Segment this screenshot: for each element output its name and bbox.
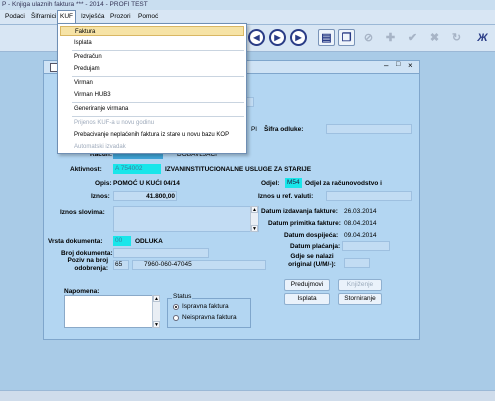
- menuitem-faktura[interactable]: Faktura: [60, 26, 244, 36]
- check-icon[interactable]: ✔: [404, 29, 421, 46]
- aktivnost-label: Aktivnost:: [70, 166, 102, 173]
- nav-prev-icon[interactable]: ◀: [248, 29, 265, 46]
- menu-separator: [72, 50, 244, 51]
- iznos-slovima-label: Iznos slovima:: [60, 209, 105, 216]
- cancel-icon[interactable]: ⊘: [360, 29, 377, 46]
- datum-primitka-value: 08.04.2014: [344, 220, 377, 227]
- vrsta-value: ODLUKA: [135, 238, 163, 245]
- menu-kuf[interactable]: KUF: [57, 10, 76, 24]
- datum-izdavanja-value: 26.03.2014: [344, 208, 377, 215]
- storniranje-button[interactable]: Storniranje: [338, 293, 382, 305]
- iznos-slovima-field[interactable]: [113, 206, 259, 232]
- iznos-value: 41.800,00: [146, 193, 175, 200]
- menu-prozori[interactable]: Prozori: [108, 10, 133, 24]
- datum-izdavanja-label: Datum izdavanja fakture:: [261, 208, 338, 215]
- datum-placanja-label: Datum plaćanja:: [290, 243, 341, 250]
- vrsta-code[interactable]: 00: [113, 236, 131, 246]
- datum-dospijeca-value: 09.04.2014: [344, 232, 377, 239]
- nav-play-icon[interactable]: ▶: [269, 29, 286, 46]
- menuitem-prijenos-kuf: Prijenos KUF-a u novu godinu: [74, 120, 155, 126]
- kuf-dropdown-menu: Faktura Isplata Predračun Predujam Virma…: [57, 23, 247, 154]
- menuitem-automatski-izvadak: Automatski izvadak: [74, 144, 126, 150]
- predujmovi-button[interactable]: Predujmovi: [284, 279, 330, 291]
- partner-suffix: Pl: [251, 126, 257, 133]
- document-icon[interactable]: ▤: [318, 29, 335, 46]
- iznos-ref-label: Iznos u ref. valuti:: [258, 193, 314, 200]
- add-icon[interactable]: ✚: [382, 29, 399, 46]
- isplata-button[interactable]: Isplata: [284, 293, 330, 305]
- menuitem-prebacivanje[interactable]: Prebacivanje neplaćenih faktura iz stare…: [60, 130, 244, 140]
- menu-izvjesca[interactable]: Izvješća: [79, 10, 106, 24]
- poziv-value: 7960-060-47045: [144, 261, 192, 268]
- menu-sifrarnici[interactable]: Šifrarnici: [29, 10, 58, 24]
- datum-dospijeca-label: Datum dospijeća:: [284, 232, 339, 239]
- menu-separator: [72, 76, 244, 77]
- menu-pomoc[interactable]: Pomoć: [136, 10, 160, 24]
- minimize-icon[interactable]: –: [384, 61, 388, 70]
- status-bar: [0, 390, 495, 401]
- opis-value: POMOĆ U KUĆI 04/14: [113, 180, 180, 187]
- aktivnost-value: IZVANINSTITUCIONALNE USLUGE ZA STARIJE: [165, 166, 312, 173]
- close-icon[interactable]: ×: [408, 61, 413, 70]
- gdje-field[interactable]: [344, 258, 370, 268]
- maximize-icon[interactable]: □: [396, 61, 400, 68]
- odjel-value: Odjel za računovodstvo i: [305, 180, 382, 187]
- menu-podaci[interactable]: Podaci: [3, 10, 27, 24]
- copy-document-icon[interactable]: ❐: [338, 29, 355, 46]
- status-ispravna-radio[interactable]: [173, 304, 179, 310]
- aktivnost-code[interactable]: A 754002: [113, 164, 161, 174]
- menuitem-predracun[interactable]: Predračun: [60, 52, 244, 62]
- vrsta-label: Vrsta dokumenta:: [48, 238, 103, 245]
- opis-label: Opis:: [95, 180, 112, 187]
- broj-field[interactable]: [113, 248, 209, 258]
- menuitem-predujam[interactable]: Predujam: [60, 64, 244, 74]
- poziv-model: 65: [115, 261, 123, 268]
- menuitem-generiranje-virmana[interactable]: Generiranje virmana: [60, 104, 244, 114]
- knjizenje-button[interactable]: Knjiženje: [338, 279, 382, 291]
- iznos-slovima-scrollbar[interactable]: ▲ ▼: [250, 206, 258, 232]
- refresh-icon[interactable]: ↻: [448, 29, 465, 46]
- nav-next-icon[interactable]: ▶: [290, 29, 307, 46]
- menuitem-isplata[interactable]: Isplata: [60, 38, 244, 48]
- gdje-label: Gdje se nalazi original (U/M/-):: [288, 253, 336, 268]
- app-logo-icon: Ж: [477, 31, 488, 44]
- status-label: Status: [172, 292, 193, 301]
- datum-primitka-label: Datum primitka fakture:: [268, 220, 341, 227]
- status-neispravna-radio[interactable]: [173, 315, 179, 321]
- napomena-textarea[interactable]: [64, 295, 160, 328]
- status-neispravna-label: Neispravna faktura: [182, 314, 237, 321]
- menu-separator: [72, 116, 244, 117]
- sifra-odluke-field[interactable]: [326, 124, 412, 134]
- status-ispravna-label: Ispravna faktura: [182, 303, 229, 310]
- datum-placanja-field[interactable]: [342, 241, 390, 251]
- menuitem-virman[interactable]: Virman: [60, 78, 244, 88]
- sifra-odluke-label: Šifra odluke:: [264, 126, 304, 133]
- napomena-scrollbar[interactable]: ▲ ▼: [152, 295, 160, 328]
- odjel-label: Odjel:: [261, 180, 280, 187]
- app-title: P - Knjiga ulaznih faktura *** - 2014 - …: [0, 0, 495, 10]
- poziv-label: Poziv na broj odobrenja:: [67, 257, 108, 272]
- iznos-label: Iznos:: [91, 193, 110, 200]
- menuitem-virman-hub3[interactable]: Virman HUB3: [60, 90, 244, 100]
- odjel-code[interactable]: M54: [285, 178, 302, 188]
- menu-separator: [72, 102, 244, 103]
- delete-icon[interactable]: ✖: [426, 29, 443, 46]
- iznos-ref-field[interactable]: [326, 191, 412, 201]
